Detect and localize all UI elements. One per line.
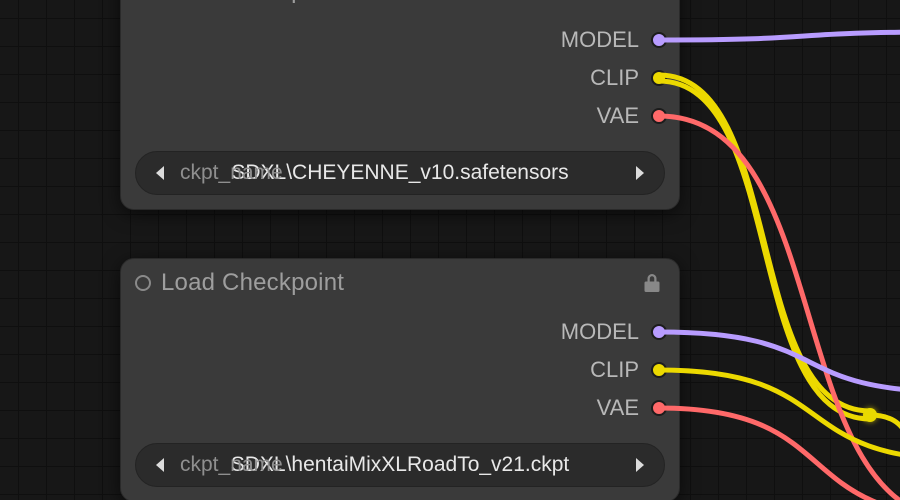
output-label: CLIP: [590, 65, 639, 91]
edge-junction-icon: [863, 408, 877, 422]
node-outputs: MODEL CLIP VAE: [121, 15, 679, 147]
node-title: Load Checkpoint: [161, 0, 631, 5]
node-load-checkpoint[interactable]: Load Checkpoint MODEL CLIP VAE ckpt_nameSDXL…: [120, 258, 680, 500]
param-name-label: ckpt_name: [180, 161, 283, 185]
output-row-clip: CLIP: [121, 351, 665, 389]
next-arrow-icon[interactable]: [626, 159, 654, 187]
output-row-model: MODEL: [121, 313, 665, 351]
lock-open-icon[interactable]: [641, 0, 663, 2]
ckpt-name-selector[interactable]: ckpt_nameSDXL\hentaiMixXLRoadTo_v21.ckpt: [135, 443, 665, 487]
output-port-clip[interactable]: [651, 70, 667, 86]
output-port-model[interactable]: [651, 32, 667, 48]
output-label: VAE: [597, 103, 639, 129]
output-row-clip: CLIP: [121, 59, 665, 97]
prev-arrow-icon[interactable]: [146, 451, 174, 479]
widget-row: ckpt_nameSDXL\CHEYENNE_v10.safetensors: [121, 147, 679, 209]
output-row-vae: VAE: [121, 97, 665, 135]
collapse-toggle-icon[interactable]: [135, 275, 151, 291]
widget-row: ckpt_nameSDXL\hentaiMixXLRoadTo_v21.ckpt: [121, 439, 679, 500]
next-arrow-icon[interactable]: [626, 451, 654, 479]
output-label: VAE: [597, 395, 639, 421]
output-port-model[interactable]: [651, 324, 667, 340]
output-port-vae[interactable]: [651, 400, 667, 416]
output-label: MODEL: [561, 319, 639, 345]
prev-arrow-icon[interactable]: [146, 159, 174, 187]
node-header[interactable]: Load Checkpoint: [121, 0, 679, 15]
output-row-model: MODEL: [121, 21, 665, 59]
node-header[interactable]: Load Checkpoint: [121, 259, 679, 307]
node-canvas[interactable]: Load Checkpoint MODEL CLIP VAE ckpt_nameSDXL…: [0, 0, 900, 500]
param-name-label: ckpt_name: [180, 453, 283, 477]
output-row-vae: VAE: [121, 389, 665, 427]
lock-closed-icon[interactable]: [641, 272, 663, 294]
node-title: Load Checkpoint: [161, 269, 631, 297]
output-label: MODEL: [561, 27, 639, 53]
node-load-checkpoint[interactable]: Load Checkpoint MODEL CLIP VAE ckpt_nameSDXL…: [120, 0, 680, 210]
output-label: CLIP: [590, 357, 639, 383]
node-outputs: MODEL CLIP VAE: [121, 307, 679, 439]
output-port-vae[interactable]: [651, 108, 667, 124]
output-port-clip[interactable]: [651, 362, 667, 378]
ckpt-name-selector[interactable]: ckpt_nameSDXL\CHEYENNE_v10.safetensors: [135, 151, 665, 195]
